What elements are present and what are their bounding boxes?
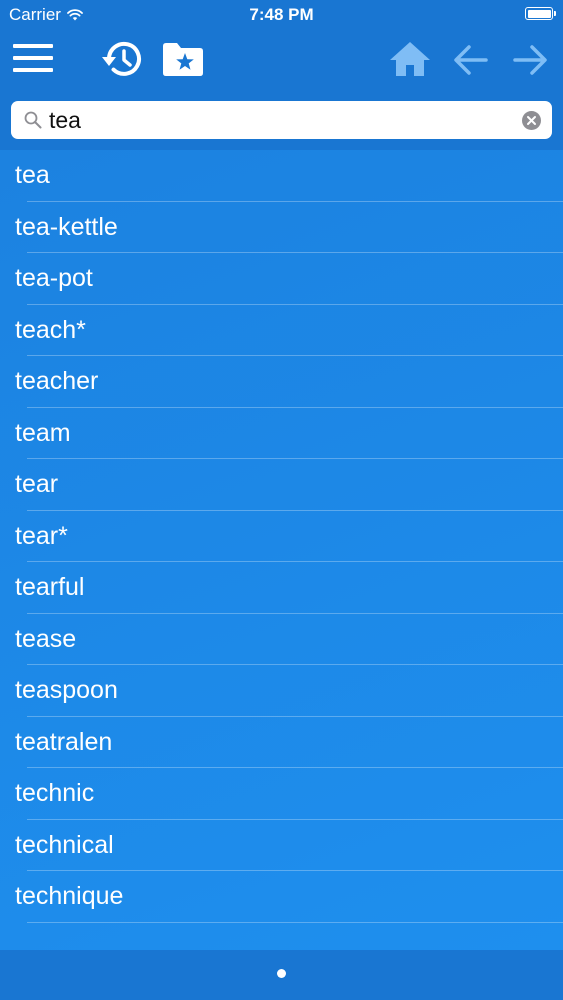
favorites-button[interactable] [160, 39, 206, 79]
list-item[interactable]: tease [0, 614, 563, 665]
list-item-label: technique [15, 882, 124, 910]
list-item[interactable]: team [0, 408, 563, 459]
battery-fill [527, 9, 551, 18]
list-item[interactable]: tea-pot [0, 253, 563, 305]
list-item-label: tea-pot [15, 264, 93, 292]
list-item-label: technical [15, 830, 114, 859]
list-item-label: tea-kettle [15, 212, 118, 241]
home-button[interactable] [388, 38, 432, 80]
list-item[interactable]: tear* [0, 511, 563, 562]
search-input[interactable] [49, 104, 519, 136]
home-icon [390, 42, 430, 76]
list-item[interactable]: tea-kettle [0, 202, 563, 253]
list-item[interactable]: teatralen [0, 717, 563, 768]
back-button[interactable] [452, 42, 490, 78]
history-icon [102, 41, 141, 76]
list-item[interactable]: tear [0, 459, 563, 511]
list-item[interactable]: teacher [0, 356, 563, 408]
list-item[interactable]: teach* [0, 305, 563, 356]
separator [27, 921, 563, 923]
clear-search-button[interactable] [522, 111, 541, 130]
list-item-label: teaspoon [15, 676, 118, 704]
list-item[interactable]: tearful [0, 562, 563, 614]
list-item[interactable]: technique [0, 871, 563, 923]
list-item[interactable]: teaspoon [0, 665, 563, 717]
results-list: tea tea-kettle tea-pot teach* teacher te… [0, 150, 563, 950]
list-item-label: technic [15, 779, 95, 807]
list-item[interactable]: tea [0, 150, 563, 202]
page-indicator-dot[interactable] [277, 969, 286, 978]
list-item[interactable]: technical [0, 820, 563, 871]
history-button[interactable] [98, 37, 146, 81]
battery-icon [525, 7, 556, 20]
list-item-label: tear* [15, 521, 68, 550]
status-bar: Carrier 7:48 PM [0, 0, 563, 30]
search-bar [11, 101, 552, 139]
list-item-label: team [15, 418, 71, 447]
menu-icon [13, 44, 53, 72]
list-item-label: tea [15, 161, 50, 189]
bottom-bar [0, 950, 563, 1000]
back-arrow-icon [454, 45, 488, 75]
clock: 7:48 PM [249, 5, 314, 24]
forward-button[interactable] [511, 42, 549, 78]
list-item-label: teatralen [15, 727, 113, 756]
list-item-label: tease [15, 624, 77, 653]
list-item-label: teacher [15, 367, 99, 395]
list-item[interactable]: technic [0, 768, 563, 820]
clear-icon [522, 111, 541, 130]
list-item-label: teach* [15, 315, 86, 344]
favorites-folder-icon [163, 43, 203, 76]
forward-arrow-icon [513, 45, 547, 75]
list-item-label: tearful [15, 573, 85, 601]
list-item-label: tear [15, 470, 59, 498]
menu-button[interactable] [12, 42, 54, 74]
search-icon [24, 111, 42, 129]
battery-nub [553, 11, 556, 16]
